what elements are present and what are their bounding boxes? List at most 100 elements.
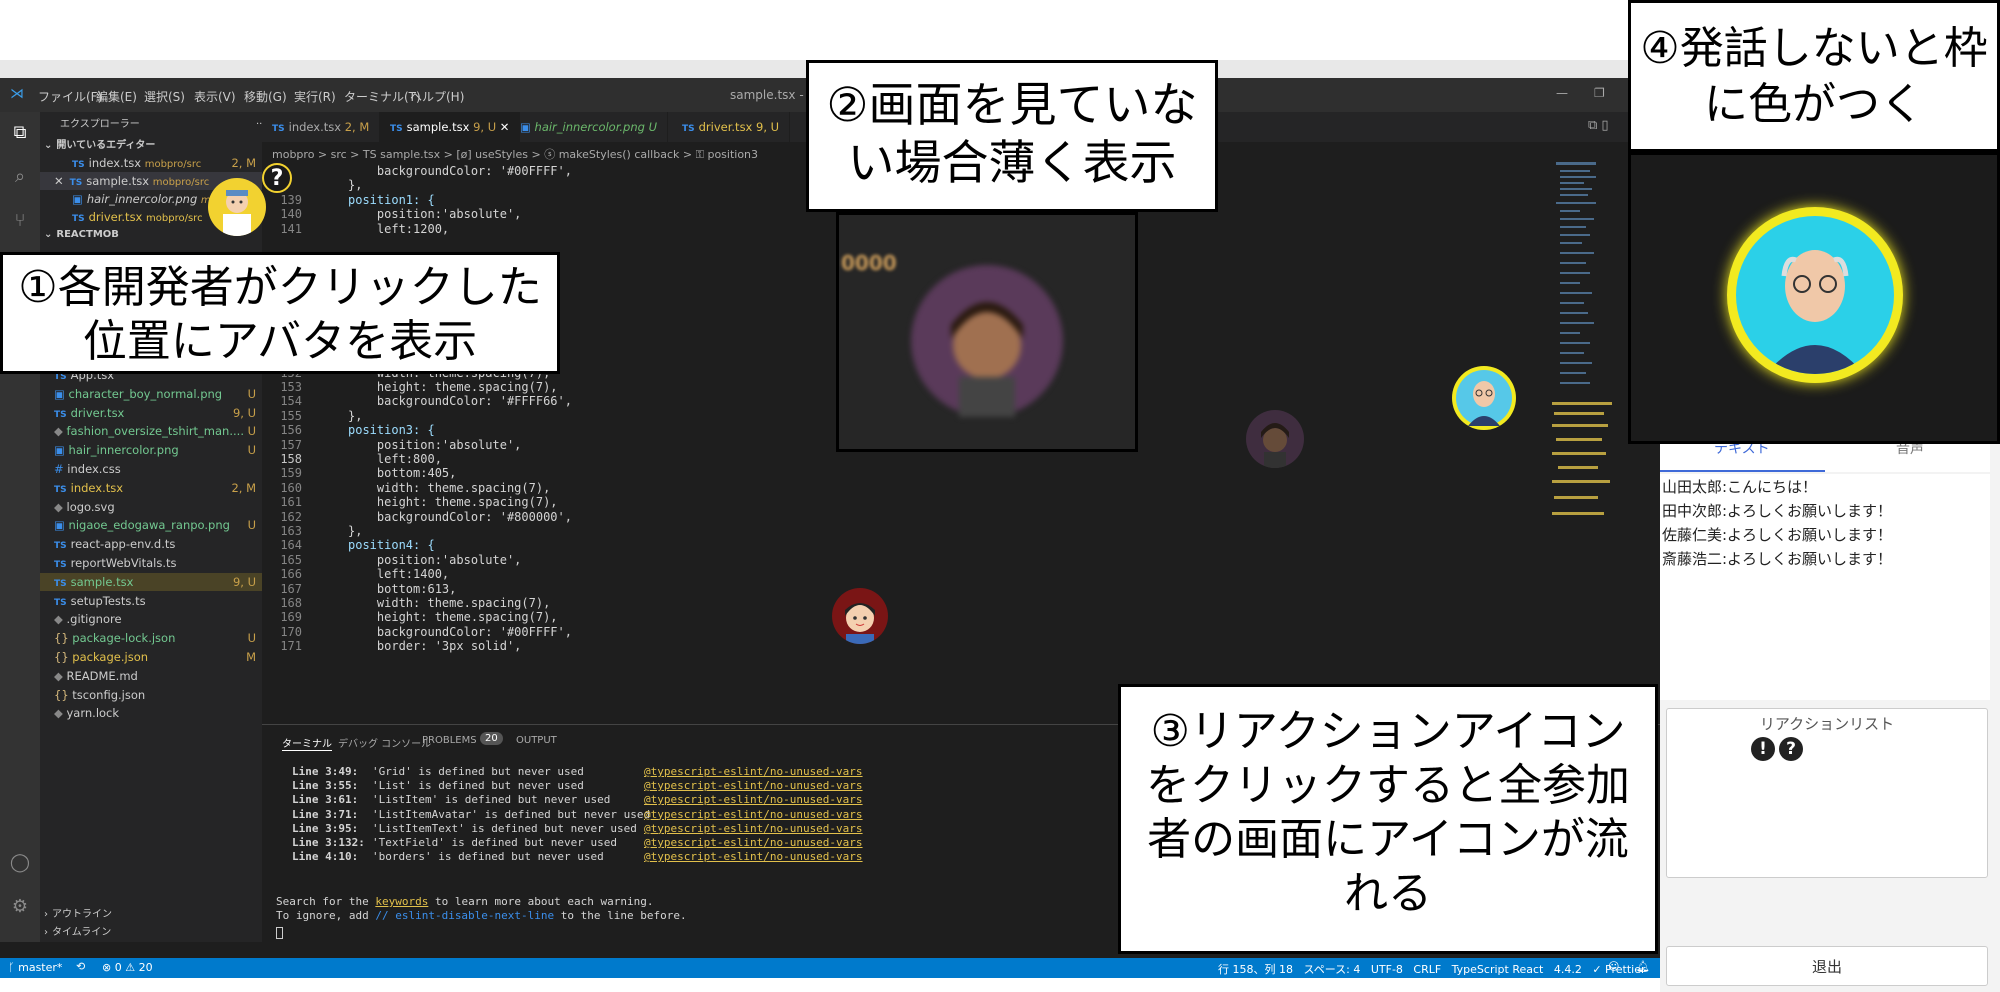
exit-button[interactable]: 退出 bbox=[1666, 946, 1988, 986]
file-badge: U bbox=[247, 631, 256, 646]
file-icon: ◆ bbox=[54, 499, 67, 514]
typescript-file-icon: TS bbox=[72, 160, 85, 170]
line-number: 139 bbox=[280, 192, 302, 207]
terminal-cursor[interactable] bbox=[276, 927, 283, 939]
warning-rule-link[interactable]: @typescript-eslint/no-unused-vars bbox=[644, 808, 863, 821]
file-item[interactable]: # index.css bbox=[40, 460, 262, 478]
reaction-exclamation-icon[interactable]: ! bbox=[1751, 737, 1775, 761]
file-item[interactable]: ▣ character_boy_normal.png U bbox=[40, 385, 262, 403]
minimize-icon[interactable]: — bbox=[1556, 86, 1568, 100]
old-man-large-image bbox=[1766, 250, 1864, 374]
file-item[interactable]: ◆ README.md bbox=[40, 667, 262, 685]
sync-icon[interactable]: ⟲ bbox=[76, 960, 85, 973]
warning-rule-link[interactable]: @typescript-eslint/no-unused-vars bbox=[644, 822, 863, 835]
avatar-doctor[interactable] bbox=[208, 178, 266, 236]
breadcrumb: mobpro > src > TS sample.tsx > [ø] useSt… bbox=[272, 148, 759, 161]
timeline-section[interactable]: › タイムライン bbox=[40, 924, 262, 942]
menu-run[interactable]: 実行(R) bbox=[294, 88, 336, 105]
tab-debug-console[interactable]: デバッグ コンソール bbox=[338, 735, 431, 750]
feedback-icon[interactable]: ☺ bbox=[1608, 960, 1619, 973]
status-bar: ᚴ master* ⟲ ⊗ 0 ⚠ 20 行 158、列 18 スペース: 4 … bbox=[0, 958, 1660, 978]
open-editors-header[interactable]: ⌄ 開いているエディター bbox=[40, 137, 262, 155]
file-item[interactable]: {} tsconfig.json bbox=[40, 686, 262, 704]
tab-output[interactable]: OUTPUT bbox=[516, 735, 557, 746]
code-line: height: theme.spacing(7), bbox=[348, 610, 558, 625]
warning-message: 'ListItemAvatar' is defined but never us… bbox=[372, 807, 651, 821]
tab-hair-innercolor[interactable]: ▣ hair_innercolor.png U bbox=[510, 112, 668, 142]
file-item[interactable]: ◆ logo.svg bbox=[40, 498, 262, 516]
source-control-icon[interactable]: ⑂ bbox=[9, 210, 31, 232]
file-badge: U bbox=[247, 424, 256, 439]
callout-text: ①各開発者がクリックした位置にアバタを表示 bbox=[18, 262, 542, 367]
menu-file[interactable]: ファイル(F) bbox=[38, 88, 102, 105]
chevron-right-icon: › bbox=[44, 927, 48, 938]
chat-tab-bar: テキスト 音声 bbox=[1660, 440, 1990, 472]
code-line: position4: { bbox=[348, 538, 435, 553]
reaction-question-icon[interactable]: ? bbox=[1779, 737, 1803, 761]
search-icon[interactable]: ⌕ bbox=[9, 166, 31, 188]
file-item[interactable]: ◆ .gitignore bbox=[40, 610, 262, 628]
chevron-right-icon: › bbox=[44, 909, 48, 920]
file-item[interactable]: ◆ yarn.lock bbox=[40, 704, 262, 722]
tab-driver[interactable]: TS driver.tsx 9, U bbox=[672, 112, 791, 142]
file-item[interactable]: TS setupTests.ts bbox=[40, 592, 262, 610]
menu-help[interactable]: ヘルプ(H) bbox=[410, 88, 464, 105]
callout-click-avatar: ①各開発者がクリックした位置にアバタを表示 bbox=[0, 252, 560, 374]
chat-message: 田中次郎:よろしくお願いします！ bbox=[1662, 502, 1893, 520]
settings-gear-icon[interactable]: ⚙ bbox=[9, 896, 31, 918]
menu-selection[interactable]: 選択(S) bbox=[144, 88, 185, 105]
account-icon[interactable]: ◯ bbox=[9, 852, 31, 874]
explorer-icon[interactable]: ⧉ bbox=[9, 122, 31, 144]
file-badge: U bbox=[247, 443, 256, 458]
warning-rule-link[interactable]: @typescript-eslint/no-unused-vars bbox=[644, 850, 863, 863]
menu-view[interactable]: 表示(V) bbox=[194, 88, 236, 105]
avatar-old-man-small[interactable] bbox=[1452, 366, 1516, 430]
code-line: left:1400, bbox=[348, 567, 450, 582]
warning-message: 'Grid' is defined but never used bbox=[372, 765, 584, 778]
tab-sample-active[interactable]: TS sample.tsx 9, U ✕ bbox=[380, 112, 521, 142]
avatar-faded-woman[interactable] bbox=[1246, 410, 1304, 468]
file-item[interactable]: TS index.tsx 2, M bbox=[40, 479, 262, 497]
tab-problems[interactable]: PROBLEMS bbox=[422, 735, 477, 746]
outline-section[interactable]: › アウトライン bbox=[40, 906, 262, 924]
line-number: 141 bbox=[280, 221, 302, 236]
file-name: logo.svg bbox=[66, 499, 115, 514]
line-number: 167 bbox=[280, 581, 302, 596]
tab-terminal[interactable]: ターミナル bbox=[282, 735, 332, 751]
minimap[interactable] bbox=[1552, 162, 1632, 542]
file-item[interactable]: ◆ fashion_oversize_tshirt_man.... U bbox=[40, 422, 262, 440]
problems-count-badge: 20 bbox=[480, 732, 503, 745]
file-item[interactable]: TS react-app-env.d.ts bbox=[40, 535, 262, 553]
warning-rule-link[interactable]: @typescript-eslint/no-unused-vars bbox=[644, 765, 863, 778]
split-editor-icon[interactable]: ⧉ ▯ bbox=[1588, 118, 1609, 133]
file-item[interactable]: TS reportWebVitals.ts bbox=[40, 554, 262, 572]
file-item[interactable]: TS driver.tsx 9, U bbox=[40, 404, 262, 422]
menu-edit[interactable]: 編集(E) bbox=[96, 88, 137, 105]
code-line: height: theme.spacing(7), bbox=[348, 495, 558, 510]
file-item[interactable]: ▣ hair_innercolor.png U bbox=[40, 441, 262, 459]
active-tab-indicator bbox=[1660, 470, 1825, 472]
tab-index[interactable]: TS index.tsx 2, M bbox=[262, 112, 381, 142]
close-icon[interactable]: ✕ bbox=[500, 120, 510, 134]
file-item[interactable]: TS sample.tsx 9, U bbox=[40, 572, 262, 591]
restore-icon[interactable]: ❐ bbox=[1594, 86, 1605, 100]
file-item[interactable]: {} package-lock.json U bbox=[40, 629, 262, 647]
avatar-boy[interactable] bbox=[832, 588, 888, 644]
file-item[interactable]: {} package.json M bbox=[40, 648, 262, 666]
code-line: }, bbox=[348, 408, 363, 423]
menu-go[interactable]: 移動(G) bbox=[244, 88, 287, 105]
warning-rule-link[interactable]: @typescript-eslint/no-unused-vars bbox=[644, 793, 863, 806]
typescript-file-icon: TS bbox=[682, 124, 695, 134]
warning-rule-link[interactable]: @typescript-eslint/no-unused-vars bbox=[644, 836, 863, 849]
status-right[interactable]: 行 158、列 18 スペース: 4 UTF-8 CRLF TypeScript… bbox=[1218, 961, 1646, 977]
branch-status[interactable]: ᚴ master* bbox=[8, 961, 62, 974]
open-editor-item[interactable]: TS index.tsx mobpro/src 2, M bbox=[40, 154, 262, 172]
warning-rule-link[interactable]: @typescript-eslint/no-unused-vars bbox=[644, 779, 863, 792]
problems-status[interactable]: ⊗ 0 ⚠ 20 bbox=[102, 961, 153, 974]
line-number: 160 bbox=[280, 480, 302, 495]
warning-message: 'ListItem' is defined but never used bbox=[372, 793, 611, 807]
file-item[interactable]: ▣ nigaoe_edogawa_ranpo.png U bbox=[40, 516, 262, 534]
explorer-header: エクスプローラー ··· bbox=[60, 116, 282, 134]
close-icon[interactable]: ✕ bbox=[54, 174, 64, 188]
notifications-icon[interactable]: 🔔︎ bbox=[1636, 960, 1650, 973]
